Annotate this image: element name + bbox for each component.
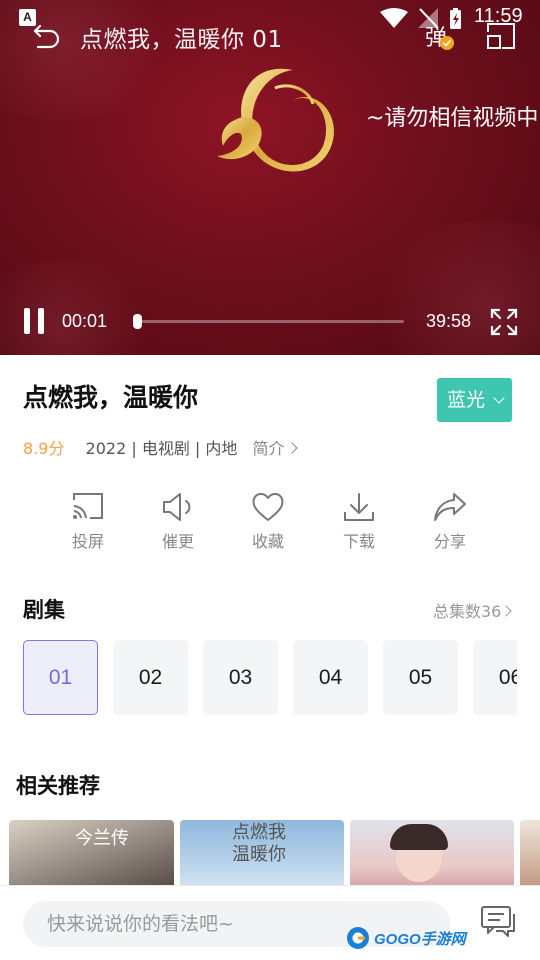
- share-label: 分享: [433, 532, 466, 551]
- urge-update-label: 催更: [161, 532, 194, 551]
- download-button[interactable]: 下载: [329, 490, 389, 560]
- episode-item[interactable]: 03: [203, 640, 278, 715]
- chevron-right-icon: [285, 442, 298, 454]
- quality-label: 蓝光: [447, 389, 486, 411]
- progress-bar[interactable]: [136, 320, 404, 323]
- episode-item-active[interactable]: 01: [23, 640, 98, 715]
- episode-list: 01 02 03 04 05 06: [23, 640, 517, 716]
- show-meta: 2022 | 电视剧 | 内地: [85, 439, 238, 458]
- cast-button[interactable]: 投屏: [58, 490, 118, 560]
- video-title: 点燃我，温暖你 01: [80, 27, 283, 53]
- action-row: 投屏 催更 收藏 下载 分享: [0, 490, 540, 560]
- channel-logo-icon: [217, 68, 334, 172]
- share-icon: [434, 493, 466, 521]
- video-player[interactable]: A 11:59 点燃我，温暖你 01 弹 ~请勿相信视频中 00:01 39:5…: [0, 0, 540, 355]
- favorite-button[interactable]: 收藏: [238, 490, 298, 560]
- chevron-right-icon: [500, 605, 513, 617]
- download-icon: [344, 493, 374, 521]
- player-controls: 00:01 39:58: [0, 300, 540, 344]
- show-title: 点燃我，温暖你: [23, 383, 199, 412]
- share-button[interactable]: 分享: [420, 490, 480, 560]
- poster-figure-hair: [390, 824, 448, 850]
- intro-label: 简介: [252, 439, 285, 458]
- favorite-label: 收藏: [251, 532, 284, 551]
- danmaku-on-check-icon: [440, 36, 454, 50]
- urge-update-button[interactable]: 催更: [148, 490, 208, 560]
- poster-title: 今兰传: [75, 828, 129, 849]
- cast-icon: [73, 493, 103, 519]
- recommend-list: 今兰传 点燃我温暖你: [0, 820, 540, 886]
- show-meta-row: 8.9分 2022 | 电视剧 | 内地 简介: [23, 435, 298, 459]
- current-time: 00:01: [62, 311, 108, 331]
- progress-knob[interactable]: [133, 314, 142, 329]
- comment-bar: GOGO手游网: [0, 885, 540, 960]
- pause-button[interactable]: [22, 308, 48, 334]
- picture-in-picture-button[interactable]: [486, 22, 516, 50]
- comments-icon[interactable]: [479, 904, 519, 940]
- intro-link[interactable]: 简介: [252, 439, 298, 458]
- fullscreen-button[interactable]: [490, 308, 518, 336]
- episodes-heading: 剧集: [23, 598, 65, 622]
- recommend-heading: 相关推荐: [16, 774, 100, 798]
- episode-item[interactable]: 06: [473, 640, 517, 715]
- episode-item[interactable]: 04: [293, 640, 368, 715]
- episode-item[interactable]: 05: [383, 640, 458, 715]
- recommend-poster[interactable]: 今兰传: [9, 820, 174, 886]
- watermark-text: GOGO手游网: [374, 931, 466, 948]
- chevron-down-icon: [493, 392, 505, 404]
- episode-total: 总集数36: [433, 602, 502, 621]
- heart-icon: [252, 493, 284, 521]
- watermark-logo-icon: [347, 927, 369, 949]
- quality-select-button[interactable]: 蓝光: [437, 378, 512, 422]
- recommend-poster[interactable]: [350, 820, 514, 886]
- recommend-poster[interactable]: [520, 820, 540, 886]
- total-time: 39:58: [426, 311, 472, 331]
- download-label: 下载: [342, 532, 375, 551]
- player-title-row: 点燃我，温暖你 01 弹: [0, 16, 540, 56]
- speaker-icon: [163, 493, 191, 521]
- back-button[interactable]: [32, 22, 64, 50]
- all-episodes-link[interactable]: 总集数36: [433, 598, 513, 622]
- notice-scroll-text: ~请勿相信视频中: [366, 106, 539, 131]
- recommend-poster[interactable]: 点燃我温暖你: [180, 820, 344, 886]
- episode-item[interactable]: 02: [113, 640, 188, 715]
- cast-label: 投屏: [71, 532, 104, 551]
- rating-score: 8.9分: [23, 439, 65, 458]
- poster-title: 点燃我温暖你: [232, 822, 286, 865]
- watermark: GOGO手游网: [346, 926, 466, 950]
